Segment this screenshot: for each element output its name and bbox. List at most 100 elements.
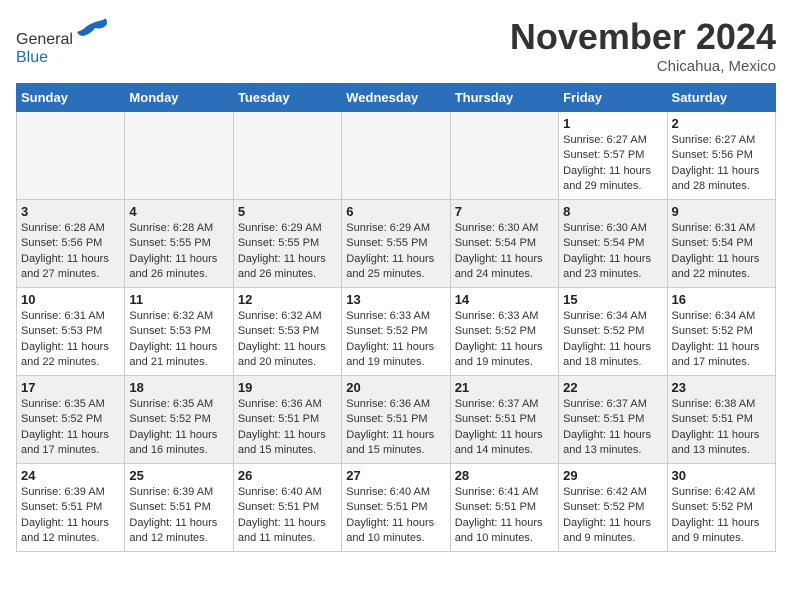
calendar-cell: 14Sunrise: 6:33 AM Sunset: 5:52 PM Dayli…: [450, 288, 558, 376]
title-area: November 2024 Chicahua, Mexico: [510, 16, 776, 75]
day-info: Sunrise: 6:28 AM Sunset: 5:55 PM Dayligh…: [129, 221, 228, 283]
calendar-cell: 18 Sunrise: 6:35 AM Sunset: 5:52 PM Dayli…: [125, 376, 233, 464]
column-header-wednesday: Wednesday: [342, 84, 450, 112]
calendar-cell: 28 Sunrise: 6:41 AM Sunset: 5:51 PM Dayli…: [450, 464, 558, 552]
day-info: Sunrise: 6:34 AM Sunset: 5:52 PM Dayligh…: [563, 309, 662, 371]
week-row-4: 17 Sunrise: 6:35 AM Sunset: 5:52 PM Dayli…: [17, 376, 776, 464]
calendar-header-row: SundayMondayTuesdayWednesdayThursdayFrid…: [17, 84, 776, 112]
day-number: 17: [21, 380, 120, 395]
day-number: 8: [563, 204, 662, 219]
day-info: Sunrise: 6:31 AM Sunset: 5:53 PM Dayligh…: [21, 309, 120, 371]
day-number: 16: [672, 292, 771, 307]
day-number: 3: [21, 204, 120, 219]
calendar-cell: 16 Sunrise: 6:34 AM Sunset: 5:52 PM Dayli…: [667, 288, 775, 376]
calendar-cell: 13 Sunrise: 6:33 AM Sunset: 5:52 PM Dayli…: [342, 288, 450, 376]
calendar-table: SundayMondayTuesdayWednesdayThursdayFrid…: [16, 83, 776, 552]
day-number: 30: [672, 468, 771, 483]
month-title: November 2024: [510, 16, 776, 58]
calendar-cell: 23 Sunrise: 6:38 AM Sunset: 5:51 PM Dayli…: [667, 376, 775, 464]
calendar-cell: 10 Sunrise: 6:31 AM Sunset: 5:53 PM Dayli…: [17, 288, 125, 376]
day-number: 1: [563, 116, 662, 131]
day-number: 23: [672, 380, 771, 395]
calendar-cell: 20 Sunrise: 6:36 AM Sunset: 5:51 PM Dayli…: [342, 376, 450, 464]
day-number: 7: [455, 204, 554, 219]
day-info: Sunrise: 6:32 AM Sunset: 5:53 PM Dayligh…: [238, 309, 337, 371]
day-number: 9: [672, 204, 771, 219]
day-info: Sunrise: 6:42 AM Sunset: 5:52 PM Dayligh…: [672, 485, 771, 547]
calendar-cell: 7 Sunrise: 6:30 AM Sunset: 5:54 PM Daylig…: [450, 200, 558, 288]
day-number: 28: [455, 468, 554, 483]
calendar-cell: 12Sunrise: 6:32 AM Sunset: 5:53 PM Dayli…: [233, 288, 341, 376]
calendar-cell: 3Sunrise: 6:28 AM Sunset: 5:56 PM Daylig…: [17, 200, 125, 288]
day-info: Sunrise: 6:39 AM Sunset: 5:51 PM Dayligh…: [129, 485, 228, 547]
calendar-cell: 1 Sunrise: 6:27 AM Sunset: 5:57 PM Daylig…: [559, 112, 667, 200]
day-info: Sunrise: 6:27 AM Sunset: 5:56 PM Dayligh…: [672, 133, 771, 195]
calendar-body: 1 Sunrise: 6:27 AM Sunset: 5:57 PM Daylig…: [17, 112, 776, 552]
day-info: Sunrise: 6:38 AM Sunset: 5:51 PM Dayligh…: [672, 397, 771, 459]
day-info: Sunrise: 6:40 AM Sunset: 5:51 PM Dayligh…: [346, 485, 445, 547]
calendar-cell: 9 Sunrise: 6:31 AM Sunset: 5:54 PM Daylig…: [667, 200, 775, 288]
day-info: Sunrise: 6:27 AM Sunset: 5:57 PM Dayligh…: [563, 133, 662, 195]
day-info: Sunrise: 6:29 AM Sunset: 5:55 PM Dayligh…: [346, 221, 445, 283]
week-row-1: 1 Sunrise: 6:27 AM Sunset: 5:57 PM Daylig…: [17, 112, 776, 200]
day-info: Sunrise: 6:29 AM Sunset: 5:55 PM Dayligh…: [238, 221, 337, 283]
day-info: Sunrise: 6:41 AM Sunset: 5:51 PM Dayligh…: [455, 485, 554, 547]
day-number: 10: [21, 292, 120, 307]
calendar-cell: 2Sunrise: 6:27 AM Sunset: 5:56 PM Daylig…: [667, 112, 775, 200]
day-number: 5: [238, 204, 337, 219]
calendar-cell: 17 Sunrise: 6:35 AM Sunset: 5:52 PM Dayli…: [17, 376, 125, 464]
day-info: Sunrise: 6:30 AM Sunset: 5:54 PM Dayligh…: [563, 221, 662, 283]
day-info: Sunrise: 6:39 AM Sunset: 5:51 PM Dayligh…: [21, 485, 120, 547]
day-info: Sunrise: 6:35 AM Sunset: 5:52 PM Dayligh…: [21, 397, 120, 459]
calendar-cell: 24Sunrise: 6:39 AM Sunset: 5:51 PM Dayli…: [17, 464, 125, 552]
logo: General Blue: [16, 16, 107, 67]
day-info: Sunrise: 6:30 AM Sunset: 5:54 PM Dayligh…: [455, 221, 554, 283]
day-number: 29: [563, 468, 662, 483]
week-row-3: 10 Sunrise: 6:31 AM Sunset: 5:53 PM Dayli…: [17, 288, 776, 376]
day-info: Sunrise: 6:34 AM Sunset: 5:52 PM Dayligh…: [672, 309, 771, 371]
day-number: 20: [346, 380, 445, 395]
day-number: 18: [129, 380, 228, 395]
calendar-cell: 8 Sunrise: 6:30 AM Sunset: 5:54 PM Daylig…: [559, 200, 667, 288]
column-header-friday: Friday: [559, 84, 667, 112]
day-info: Sunrise: 6:36 AM Sunset: 5:51 PM Dayligh…: [346, 397, 445, 459]
day-number: 26: [238, 468, 337, 483]
week-row-5: 24Sunrise: 6:39 AM Sunset: 5:51 PM Dayli…: [17, 464, 776, 552]
calendar-cell: 27 Sunrise: 6:40 AM Sunset: 5:51 PM Dayli…: [342, 464, 450, 552]
column-header-monday: Monday: [125, 84, 233, 112]
location: Chicahua, Mexico: [510, 58, 776, 75]
logo-general-text: General: [16, 31, 73, 48]
logo-blue-text: Blue: [16, 49, 48, 66]
calendar-cell: 26 Sunrise: 6:40 AM Sunset: 5:51 PM Dayli…: [233, 464, 341, 552]
calendar-cell: [342, 112, 450, 200]
day-number: 11: [129, 292, 228, 307]
column-header-thursday: Thursday: [450, 84, 558, 112]
column-header-tuesday: Tuesday: [233, 84, 341, 112]
day-number: 25: [129, 468, 228, 483]
day-info: Sunrise: 6:35 AM Sunset: 5:52 PM Dayligh…: [129, 397, 228, 459]
calendar-cell: 4 Sunrise: 6:28 AM Sunset: 5:55 PM Daylig…: [125, 200, 233, 288]
day-number: 13: [346, 292, 445, 307]
column-header-sunday: Sunday: [17, 84, 125, 112]
day-number: 4: [129, 204, 228, 219]
day-info: Sunrise: 6:31 AM Sunset: 5:54 PM Dayligh…: [672, 221, 771, 283]
page-header: General Blue November 2024 Chicahua, Mex…: [16, 16, 776, 75]
calendar-cell: 21Sunrise: 6:37 AM Sunset: 5:51 PM Dayli…: [450, 376, 558, 464]
calendar-cell: 25 Sunrise: 6:39 AM Sunset: 5:51 PM Dayli…: [125, 464, 233, 552]
day-number: 27: [346, 468, 445, 483]
day-number: 21: [455, 380, 554, 395]
day-number: 22: [563, 380, 662, 395]
logo-bird-icon: [75, 16, 107, 44]
calendar-cell: 29 Sunrise: 6:42 AM Sunset: 5:52 PM Dayli…: [559, 464, 667, 552]
week-row-2: 3Sunrise: 6:28 AM Sunset: 5:56 PM Daylig…: [17, 200, 776, 288]
calendar-cell: [233, 112, 341, 200]
calendar-cell: 22Sunrise: 6:37 AM Sunset: 5:51 PM Dayli…: [559, 376, 667, 464]
day-info: Sunrise: 6:42 AM Sunset: 5:52 PM Dayligh…: [563, 485, 662, 547]
calendar-cell: 30 Sunrise: 6:42 AM Sunset: 5:52 PM Dayli…: [667, 464, 775, 552]
calendar-cell: 5 Sunrise: 6:29 AM Sunset: 5:55 PM Daylig…: [233, 200, 341, 288]
day-info: Sunrise: 6:32 AM Sunset: 5:53 PM Dayligh…: [129, 309, 228, 371]
column-header-saturday: Saturday: [667, 84, 775, 112]
calendar-cell: [450, 112, 558, 200]
day-info: Sunrise: 6:33 AM Sunset: 5:52 PM Dayligh…: [346, 309, 445, 371]
day-info: Sunrise: 6:40 AM Sunset: 5:51 PM Dayligh…: [238, 485, 337, 547]
